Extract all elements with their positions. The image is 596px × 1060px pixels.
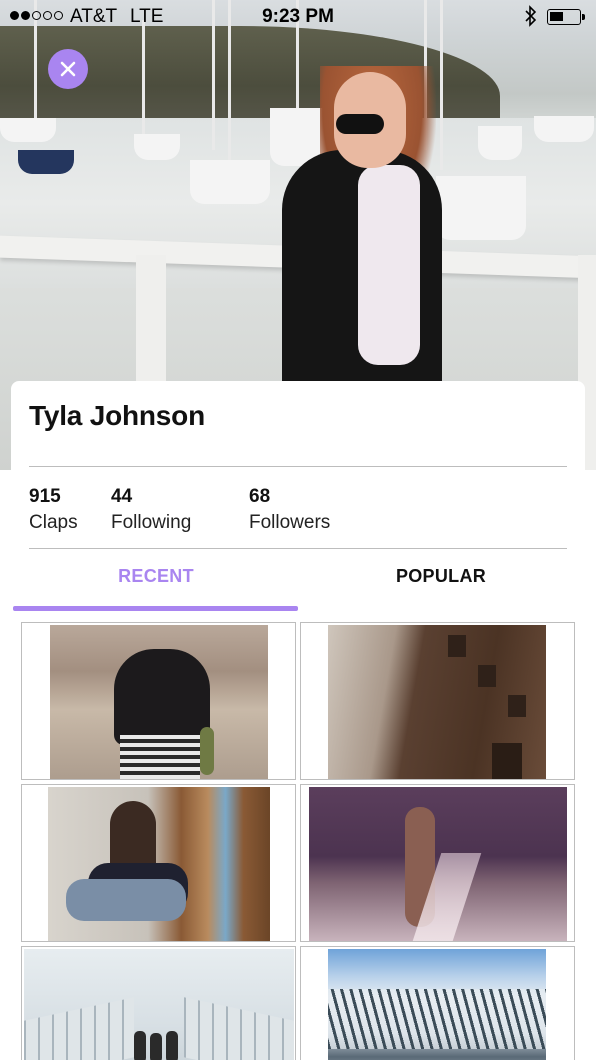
snowy-mountain-photo [328, 949, 546, 1060]
grid-photo[interactable] [21, 784, 296, 942]
grid-photo[interactable] [21, 946, 296, 1060]
close-icon [60, 61, 76, 77]
person-scarf [358, 165, 420, 365]
bridge-walkers-photo [24, 949, 294, 1060]
stat-value: 915 [29, 486, 61, 507]
active-tab-indicator [13, 606, 298, 611]
divider [29, 548, 567, 549]
tab-popular[interactable]: POPULAR [298, 566, 584, 587]
status-bar: AT&T LTE 9:23 PM [0, 0, 596, 34]
city-building-photo [328, 625, 546, 779]
profile-name: Tyla Johnson [29, 400, 205, 431]
bluetooth-icon [524, 5, 538, 32]
woman-in-desert-photo [50, 625, 268, 779]
stat-followers[interactable]: 68 Followers [249, 486, 330, 534]
sunglasses [336, 114, 384, 134]
grid-photo[interactable] [21, 622, 296, 780]
stat-label: Followers [249, 512, 331, 533]
divider [29, 466, 567, 467]
stat-label: Claps [29, 512, 78, 533]
battery-icon [547, 9, 585, 25]
grid-photo[interactable] [300, 784, 575, 942]
stat-label: Following [111, 512, 192, 533]
stat-following[interactable]: 44 Following [111, 486, 191, 534]
stat-claps[interactable]: 915 Claps [29, 486, 78, 534]
stat-value: 68 [249, 486, 271, 507]
grid-photo[interactable] [300, 946, 575, 1060]
grid-photo[interactable] [300, 622, 575, 780]
clock: 9:23 PM [262, 6, 334, 27]
stat-value: 44 [111, 486, 133, 507]
woman-in-alley-photo [309, 787, 567, 941]
woman-by-window-photo [48, 787, 270, 941]
close-button[interactable] [48, 49, 88, 89]
tab-recent[interactable]: RECENT [13, 566, 299, 587]
